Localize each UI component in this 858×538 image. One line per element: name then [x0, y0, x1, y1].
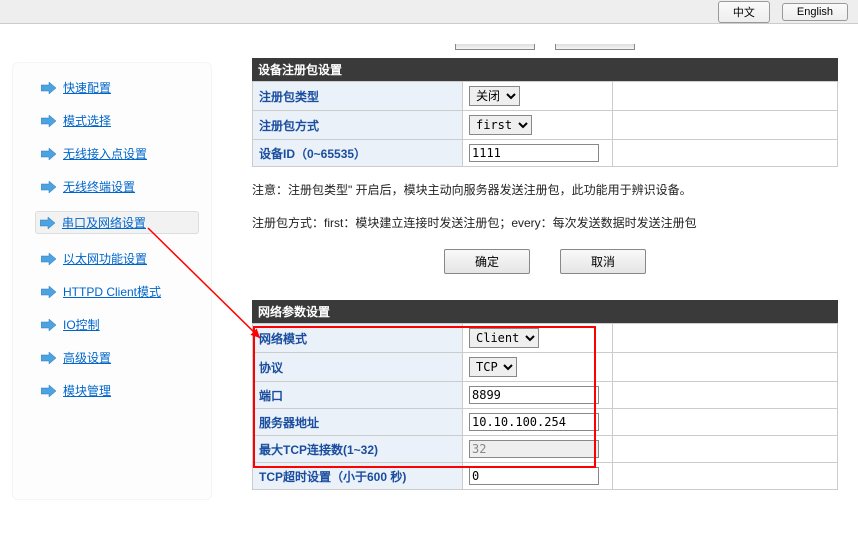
sidebar-item-label: 快速配置 [63, 79, 111, 96]
lang-cn-button[interactable]: 中文 [718, 1, 770, 23]
sidebar-item-label: IO控制 [63, 316, 100, 333]
arrow-right-icon [41, 114, 57, 128]
server-input[interactable] [469, 413, 599, 431]
device-id-input[interactable] [469, 144, 599, 162]
reg-section-header: 设备注册包设置 [252, 58, 838, 81]
device-id-label: 设备ID（0~65535） [253, 140, 463, 167]
sidebar-item-label: 以太网功能设置 [63, 250, 147, 267]
net-table: 网络模式 Client 协议 TCP 端口 服务器地址 最大TCP连接数(1~3… [252, 323, 838, 490]
proto-label: 协议 [253, 353, 463, 382]
sidebar-item-label: 模式选择 [63, 112, 111, 129]
timeout-input[interactable] [469, 467, 599, 485]
proto-select[interactable]: TCP [469, 357, 517, 377]
cancel-button[interactable]: 取消 [560, 249, 646, 274]
sidebar-item-6[interactable]: HTTPD Client模式 [41, 283, 199, 300]
reg-type-label: 注册包类型 [253, 82, 463, 111]
arrow-right-icon [41, 147, 57, 161]
reg-table: 注册包类型 关闭 注册包方式 first 设备ID（0~65535） [252, 81, 838, 167]
sidebar-item-label: 模块管理 [63, 382, 111, 399]
reg-type-select[interactable]: 关闭 [469, 86, 520, 106]
reg-mode-select[interactable]: first [469, 115, 532, 135]
maxconn-input [469, 440, 599, 458]
port-label: 端口 [253, 382, 463, 409]
sidebar-item-label: 高级设置 [63, 349, 111, 366]
maxconn-label: 最大TCP连接数(1~32) [253, 436, 463, 463]
sidebar-item-label: 无线接入点设置 [63, 145, 147, 162]
sidebar-item-label: HTTPD Client模式 [63, 283, 161, 300]
net-mode-select[interactable]: Client [469, 328, 539, 348]
sidebar-item-0[interactable]: 快速配置 [41, 79, 199, 96]
sidebar-item-2[interactable]: 无线接入点设置 [41, 145, 199, 162]
arrow-right-icon [41, 180, 57, 194]
reg-mode-label: 注册包方式 [253, 111, 463, 140]
note-1: 注意：注册包类型" 开启后，模块主动向服务器发送注册包，此功能用于辨识设备。 [252, 181, 838, 200]
sidebar-item-7[interactable]: IO控制 [41, 316, 199, 333]
arrow-right-icon [40, 216, 56, 230]
arrow-right-icon [41, 81, 57, 95]
port-input[interactable] [469, 386, 599, 404]
server-label: 服务器地址 [253, 409, 463, 436]
arrow-right-icon [41, 252, 57, 266]
sidebar-item-label: 串口及网络设置 [62, 214, 146, 231]
sidebar-item-4[interactable]: 串口及网络设置 [35, 211, 199, 234]
sidebar-item-8[interactable]: 高级设置 [41, 349, 199, 366]
sidebar: 快速配置模式选择无线接入点设置无线终端设置串口及网络设置以太网功能设置 HTTPD… [12, 62, 212, 500]
timeout-label: TCP超时设置（小于600 秒) [253, 463, 463, 490]
net-mode-label: 网络模式 [253, 324, 463, 353]
lang-en-button[interactable]: English [782, 3, 848, 21]
sidebar-item-1[interactable]: 模式选择 [41, 112, 199, 129]
net-section-header: 网络参数设置 [252, 300, 838, 323]
arrow-right-icon [41, 318, 57, 332]
arrow-right-icon [41, 384, 57, 398]
arrow-right-icon [41, 285, 57, 299]
note-2: 注册包方式：first：模块建立连接时发送注册包；every：每次发送数据时发送… [252, 214, 838, 233]
sidebar-item-3[interactable]: 无线终端设置 [41, 178, 199, 195]
sidebar-item-5[interactable]: 以太网功能设置 [41, 250, 199, 267]
sidebar-item-9[interactable]: 模块管理 [41, 382, 199, 399]
sidebar-item-label: 无线终端设置 [63, 178, 135, 195]
arrow-right-icon [41, 351, 57, 365]
truncated-buttons-top [252, 44, 838, 50]
ok-button[interactable]: 确定 [444, 249, 530, 274]
